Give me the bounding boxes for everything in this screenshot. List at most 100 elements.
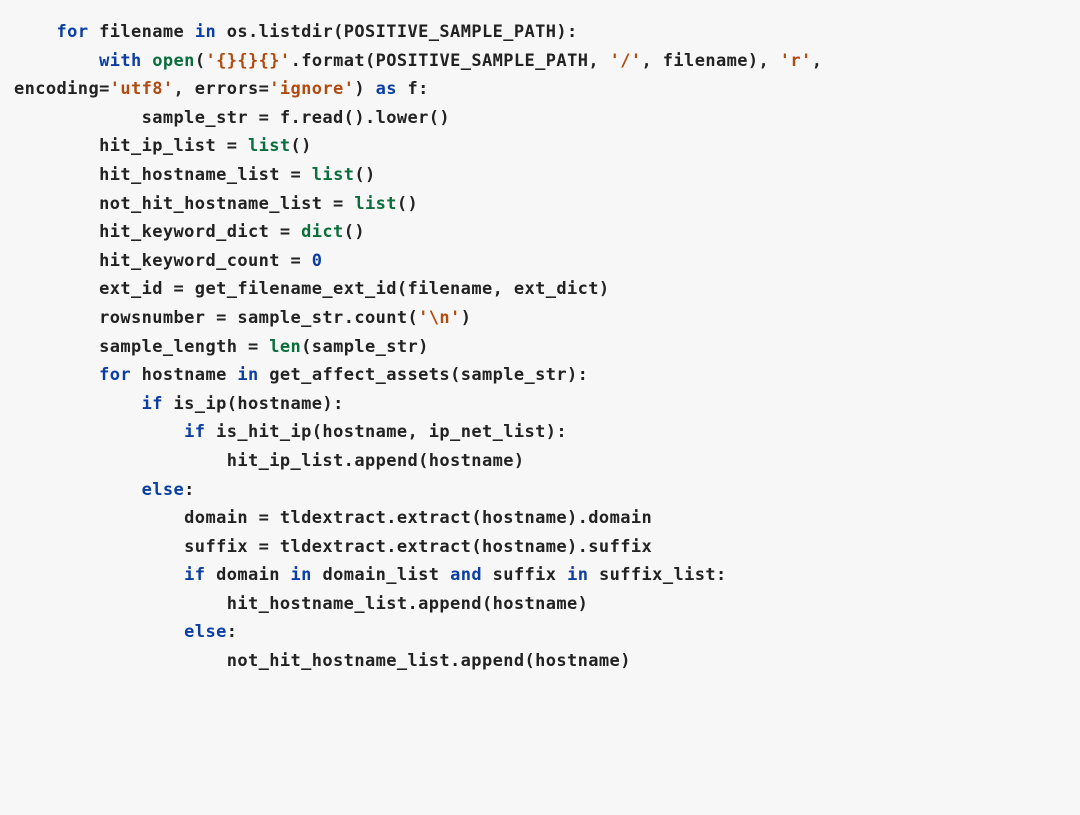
code-token: .format(POSITIVE_SAMPLE_PATH, [291, 51, 610, 71]
code-token: in [291, 565, 312, 585]
code-token: hit_keyword_dict = [99, 222, 301, 242]
code-token: not_hit_hostname_list.append(hostname) [227, 651, 631, 671]
code-line: if is_hit_ip(hostname, ip_net_list): [14, 418, 1066, 447]
code-token: and [450, 565, 482, 585]
indent [14, 194, 99, 214]
code-line: hit_hostname_list.append(hostname) [14, 590, 1066, 619]
indent [14, 480, 142, 500]
code-line: hit_ip_list = list() [14, 132, 1066, 161]
code-token: len [269, 337, 301, 357]
indent [14, 308, 99, 328]
code-token: 'r' [780, 51, 812, 71]
code-token: suffix = tldextract.extract(hostname).su… [184, 537, 652, 557]
code-line: hit_hostname_list = list() [14, 161, 1066, 190]
code-token: suffix_list: [588, 565, 726, 585]
indent [14, 51, 99, 71]
code-token: hit_keyword_count = [99, 251, 312, 271]
code-line: if is_ip(hostname): [14, 390, 1066, 419]
code-token: (sample_str) [301, 337, 429, 357]
code-token: if [184, 422, 205, 442]
code-token: not_hit_hostname_list = [99, 194, 354, 214]
code-line: for hostname in get_affect_assets(sample… [14, 361, 1066, 390]
indent [14, 165, 99, 185]
code-token: () [397, 194, 418, 214]
code-token: hit_ip_list.append(hostname) [227, 451, 525, 471]
code-token: open [152, 51, 195, 71]
code-token: '/' [610, 51, 642, 71]
code-token: else [184, 622, 227, 642]
code-line: ext_id = get_filename_ext_id(filename, e… [14, 275, 1066, 304]
code-line: else: [14, 476, 1066, 505]
code-line: with open('{}{}{}'.format(POSITIVE_SAMPL… [14, 47, 1066, 76]
code-block: for filename in os.listdir(POSITIVE_SAMP… [0, 0, 1080, 676]
code-line: if domain in domain_list and suffix in s… [14, 561, 1066, 590]
code-line: hit_keyword_dict = dict() [14, 218, 1066, 247]
code-token: 0 [312, 251, 323, 271]
code-token: sample_str = f.read().lower() [142, 108, 450, 128]
indent [14, 365, 99, 385]
code-token: sample_length = [99, 337, 269, 357]
code-token: domain = tldextract.extract(hostname).do… [184, 508, 652, 528]
code-token: if [142, 394, 163, 414]
code-line: not_hit_hostname_list.append(hostname) [14, 647, 1066, 676]
indent [14, 337, 99, 357]
indent [14, 537, 184, 557]
code-token: in [567, 565, 588, 585]
code-token: in [237, 365, 258, 385]
code-line: sample_str = f.read().lower() [14, 104, 1066, 133]
code-token: os.listdir(POSITIVE_SAMPLE_PATH): [216, 22, 578, 42]
indent [14, 251, 99, 271]
code-token: hit_ip_list = [99, 136, 248, 156]
indent [14, 622, 184, 642]
code-token: list [354, 194, 397, 214]
indent [14, 108, 142, 128]
code-token: ) [354, 79, 375, 99]
code-token: is_ip(hostname): [163, 394, 344, 414]
code-token: '{}{}{}' [205, 51, 290, 71]
code-line: domain = tldextract.extract(hostname).do… [14, 504, 1066, 533]
code-token: '\n' [418, 308, 461, 328]
indent [14, 565, 184, 585]
code-token: domain [205, 565, 290, 585]
code-token [142, 51, 153, 71]
code-token: , filename), [642, 51, 780, 71]
code-token: list [248, 136, 291, 156]
code-token: 'utf8' [110, 79, 174, 99]
code-line: hit_ip_list.append(hostname) [14, 447, 1066, 476]
code-token: rowsnumber = sample_str.count( [99, 308, 418, 328]
code-token: for [57, 22, 89, 42]
code-token: suffix [482, 565, 567, 585]
code-token: if [184, 565, 205, 585]
code-token: : [184, 480, 195, 500]
code-token: , [812, 51, 823, 71]
code-line: hit_keyword_count = 0 [14, 247, 1066, 276]
code-token: with [99, 51, 142, 71]
code-token: hit_hostname_list.append(hostname) [227, 594, 589, 614]
code-token: is_hit_ip(hostname, ip_net_list): [205, 422, 567, 442]
code-token: list [312, 165, 355, 185]
code-token: () [344, 222, 365, 242]
code-token: else [142, 480, 185, 500]
code-token: , errors= [174, 79, 270, 99]
code-line: else: [14, 618, 1066, 647]
code-line: not_hit_hostname_list = list() [14, 190, 1066, 219]
code-line: suffix = tldextract.extract(hostname).su… [14, 533, 1066, 562]
code-token: hostname [131, 365, 237, 385]
code-token: in [195, 22, 216, 42]
code-token: () [291, 136, 312, 156]
code-token: 'ignore' [269, 79, 354, 99]
code-line: for filename in os.listdir(POSITIVE_SAMP… [14, 18, 1066, 47]
code-token: as [376, 79, 397, 99]
indent [14, 451, 227, 471]
indent [14, 651, 227, 671]
indent [14, 136, 99, 156]
code-token: hit_hostname_list = [99, 165, 312, 185]
indent [14, 222, 99, 242]
code-token: domain_list [312, 565, 450, 585]
code-line: rowsnumber = sample_str.count('\n') [14, 304, 1066, 333]
code-token: ext_id = get_filename_ext_id(filename, e… [99, 279, 609, 299]
indent [14, 394, 142, 414]
indent [14, 508, 184, 528]
indent [14, 594, 227, 614]
code-line: sample_length = len(sample_str) [14, 333, 1066, 362]
